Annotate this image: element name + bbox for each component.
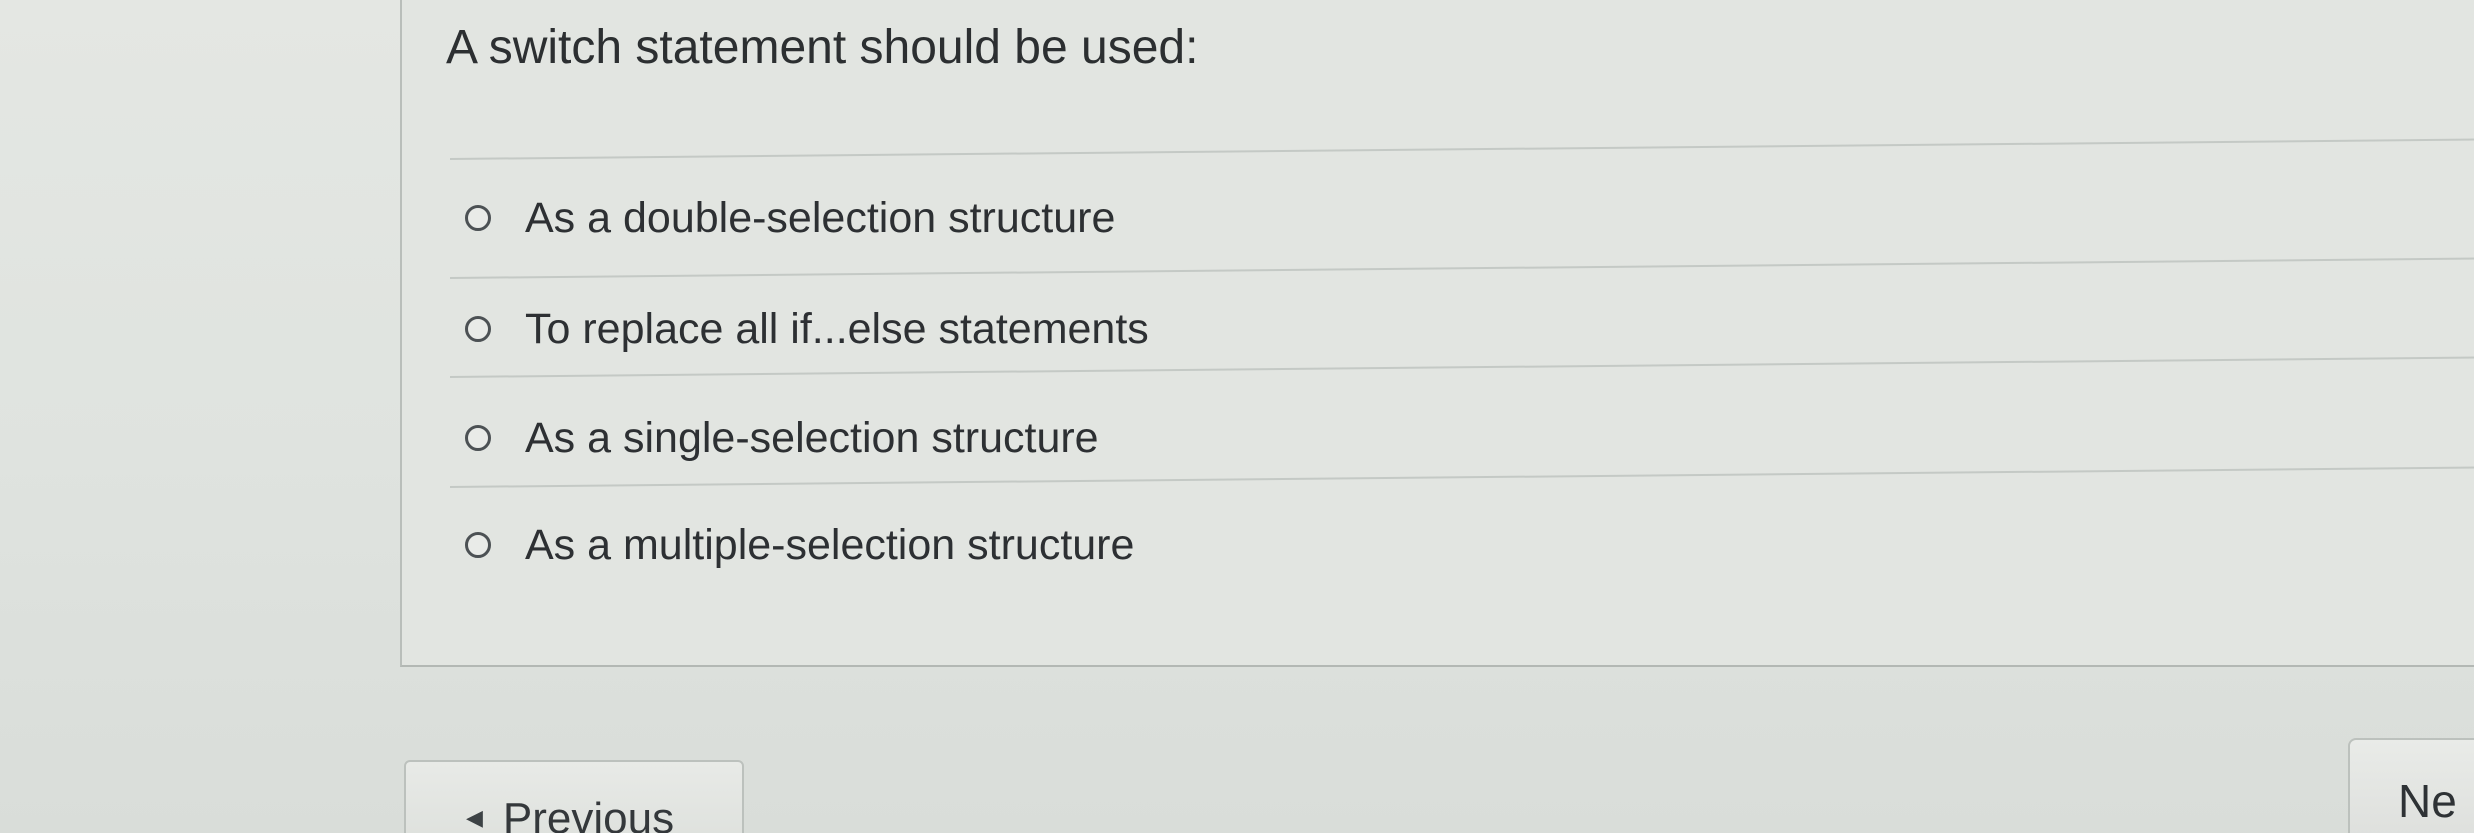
caret-left-icon: ◀ — [466, 805, 483, 830]
answer-label-3: As a single-selection structure — [525, 413, 1099, 462]
quiz-page: A switch statement should be used: As a … — [0, 0, 2474, 833]
radio-button-icon[interactable] — [465, 316, 491, 342]
next-button[interactable]: Ne — [2348, 738, 2474, 833]
previous-label: Previous — [502, 794, 675, 833]
next-label: Ne — [2398, 775, 2457, 827]
answer-label-2: To replace all if...else statements — [525, 304, 1149, 353]
answer-label-4: As a multiple-selection structure — [525, 520, 1135, 569]
answer-option-1[interactable]: As a double-selection structure — [465, 183, 1115, 253]
answer-option-3[interactable]: As a single-selection structure — [465, 403, 1099, 473]
radio-button-icon[interactable] — [465, 532, 491, 558]
answer-label-1: As a double-selection structure — [525, 193, 1116, 242]
radio-button-icon[interactable] — [465, 425, 491, 451]
radio-button-icon[interactable] — [465, 205, 491, 231]
question-text: A switch statement should be used: — [446, 21, 1199, 74]
answer-option-2[interactable]: To replace all if...else statements — [465, 294, 1149, 364]
previous-button[interactable]: ◀ Previous — [404, 760, 744, 833]
answer-option-4[interactable]: As a multiple-selection structure — [465, 510, 1134, 580]
